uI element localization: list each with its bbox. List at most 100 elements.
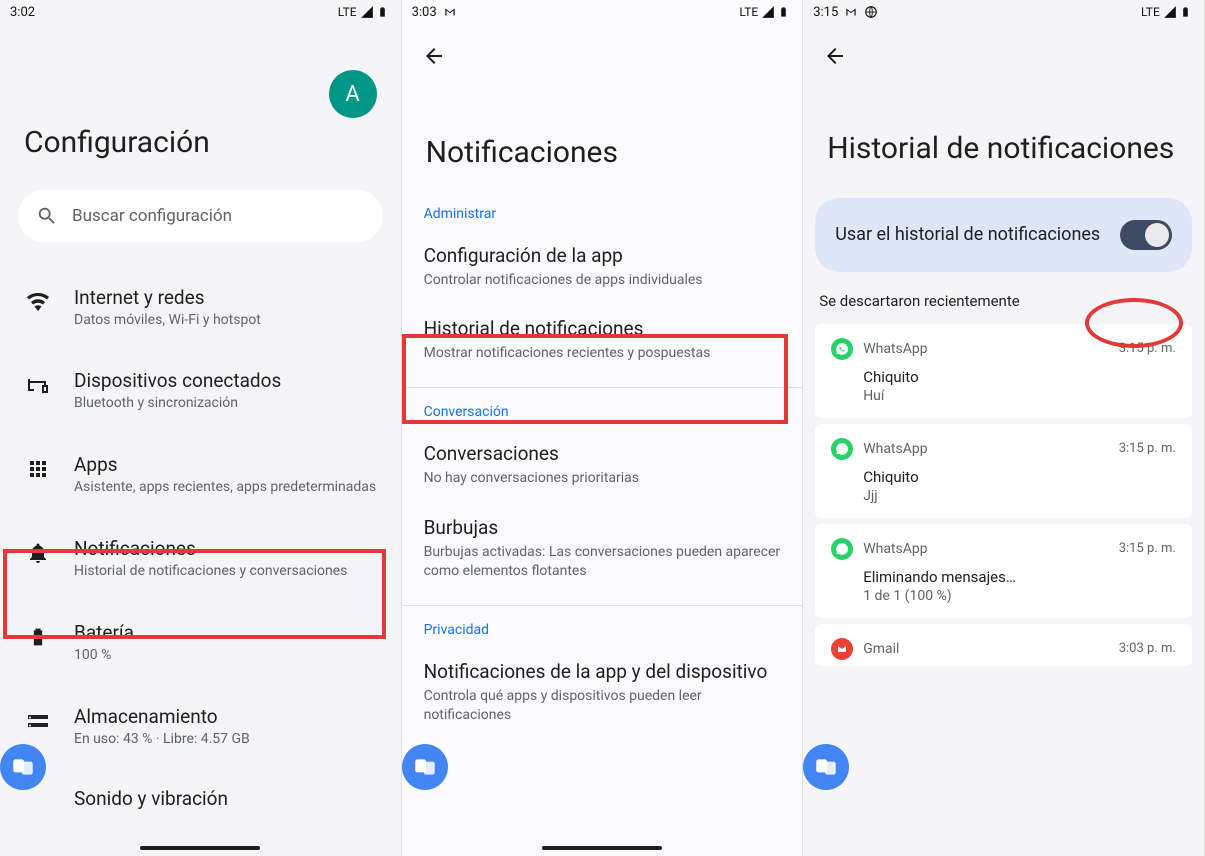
whatsapp-icon	[831, 338, 853, 360]
item-sub: 100 %	[74, 646, 134, 665]
pref-app-device-notifications[interactable]: Notificaciones de la app y del dispositi…	[402, 646, 803, 739]
notification-card[interactable]: Gmail 3:03 p. m.	[815, 624, 1192, 666]
pref-conversations[interactable]: Conversaciones No hay conversaciones pri…	[402, 428, 803, 502]
item-sub: Asistente, apps recientes, apps predeter…	[74, 478, 376, 497]
pref-sub: Mostrar notificaciones recientes y pospu…	[424, 344, 781, 363]
toggle-label: Usar el historial de notificaciones	[835, 223, 1100, 246]
signal-icon	[360, 5, 374, 19]
devices-icon	[26, 373, 50, 397]
gesture-nav-hint	[542, 846, 662, 850]
avatar[interactable]: A	[329, 70, 377, 118]
battery-icon	[778, 5, 792, 19]
bell-icon	[26, 541, 50, 565]
floating-translate-badge[interactable]	[803, 744, 849, 790]
search-icon	[36, 205, 58, 227]
status-bar: 3:02 LTE	[0, 0, 401, 24]
battery-icon	[28, 625, 48, 649]
notif-body: Jjj	[863, 488, 1176, 504]
item-label: Dispositivos conectados	[74, 369, 281, 392]
search-placeholder: Buscar configuración	[72, 206, 232, 226]
back-button[interactable]	[420, 42, 448, 70]
gesture-nav-hint	[140, 846, 260, 850]
status-time: 3:15	[813, 5, 838, 20]
signal-icon	[761, 5, 775, 19]
notif-app: WhatsApp	[863, 341, 927, 357]
item-sub: En uso: 43 % · Libre: 4.57 GB	[74, 730, 250, 749]
pref-sub: No hay conversaciones prioritarias	[424, 469, 781, 488]
pref-bubbles[interactable]: Burbujas Burbujas activadas: Las convers…	[402, 502, 803, 595]
notif-body: Huí	[863, 388, 1176, 404]
gmail-status-icon	[443, 5, 457, 19]
screen-notifications: 3:03 LTE Notificaciones Administrar Conf…	[402, 0, 804, 856]
page-title: Configuración	[0, 124, 401, 162]
notif-title: Chiquito	[863, 468, 1176, 486]
gmail-status-icon	[844, 5, 858, 19]
notif-time: 3:15 p. m.	[1119, 541, 1176, 556]
item-label: Batería	[74, 621, 134, 644]
item-apps[interactable]: Apps Asistente, apps recientes, apps pre…	[20, 433, 381, 517]
notif-time: 3:15 p. m.	[1119, 341, 1176, 356]
whatsapp-icon	[831, 538, 853, 560]
pref-label: Configuración de la app	[424, 244, 781, 267]
floating-translate-badge[interactable]	[0, 744, 46, 790]
notif-title: Chiquito	[863, 368, 1176, 386]
screen-settings: 3:02 LTE A Configuración Buscar configur…	[0, 0, 402, 856]
toggle-use-history[interactable]: Usar el historial de notificaciones	[815, 198, 1192, 272]
back-button[interactable]	[821, 42, 849, 70]
pref-sub: Burbujas activadas: Las conversaciones p…	[424, 543, 781, 581]
pref-sub: Controlar notificaciones de apps individ…	[424, 271, 781, 290]
item-sound-cutoff[interactable]: Sonido y vibración	[0, 769, 401, 810]
status-time: 3:02	[10, 5, 35, 20]
notification-card[interactable]: WhatsApp 3:15 p. m. Chiquito Huí	[815, 324, 1192, 418]
item-battery[interactable]: Batería 100 %	[20, 601, 381, 685]
status-lte: LTE	[1141, 5, 1160, 19]
notification-card[interactable]: WhatsApp 3:15 p. m. Eliminando mensajes……	[815, 524, 1192, 618]
item-label: Almacenamiento	[74, 705, 250, 728]
status-bar: 3:15 LTE	[803, 0, 1204, 24]
pref-notification-history[interactable]: Historial de notificaciones Mostrar noti…	[402, 303, 803, 377]
notif-app: WhatsApp	[863, 541, 927, 557]
item-storage[interactable]: Almacenamiento En uso: 43 % · Libre: 4.5…	[20, 685, 381, 769]
item-label: Internet y redes	[74, 286, 261, 309]
notif-time: 3:03 p. m.	[1119, 641, 1176, 656]
item-connected-devices[interactable]: Dispositivos conectados Bluetooth y sinc…	[20, 349, 381, 433]
battery-icon	[1180, 5, 1194, 19]
notif-title: Eliminando mensajes…	[863, 568, 1176, 586]
section-privacy: Privacidad	[402, 616, 803, 646]
page-title: Notificaciones	[402, 134, 803, 172]
item-notifications[interactable]: Notificaciones Historial de notificacion…	[20, 517, 381, 601]
wifi-icon	[26, 290, 50, 314]
dismissed-section-label: Se descartaron recientemente	[803, 292, 1204, 324]
signal-icon	[1163, 5, 1177, 19]
browser-status-icon	[864, 5, 878, 19]
item-sub: Historial de notificaciones y conversaci…	[74, 562, 347, 581]
status-lte: LTE	[338, 5, 357, 19]
pref-label: Historial de notificaciones	[424, 317, 781, 340]
pref-label: Conversaciones	[424, 442, 781, 465]
section-manage: Administrar	[402, 200, 803, 230]
notification-card[interactable]: WhatsApp 3:15 p. m. Chiquito Jjj	[815, 424, 1192, 518]
settings-list: Internet y redes Datos móviles, Wi-Fi y …	[0, 266, 401, 769]
notif-app: Gmail	[863, 641, 899, 657]
apps-icon	[26, 457, 50, 481]
gmail-icon	[831, 638, 853, 660]
battery-icon	[377, 5, 391, 19]
section-conversation: Conversación	[402, 398, 803, 428]
switch-on[interactable]	[1120, 220, 1172, 250]
item-internet[interactable]: Internet y redes Datos móviles, Wi-Fi y …	[20, 266, 381, 350]
search-input[interactable]: Buscar configuración	[18, 190, 383, 242]
item-label: Notificaciones	[74, 537, 347, 560]
floating-translate-badge[interactable]	[402, 744, 448, 790]
storage-icon	[26, 709, 50, 733]
item-sub: Datos móviles, Wi-Fi y hotspot	[74, 311, 261, 330]
pref-app-config[interactable]: Configuración de la app Controlar notifi…	[402, 230, 803, 304]
notif-time: 3:15 p. m.	[1119, 441, 1176, 456]
notif-body: 1 de 1 (100 %)	[863, 588, 1176, 604]
pref-label: Notificaciones de la app y del dispositi…	[424, 660, 781, 683]
divider	[402, 387, 803, 388]
screen-notification-history: 3:15 LTE Historial de notificaciones Usa…	[803, 0, 1205, 856]
item-sub: Bluetooth y sincronización	[74, 394, 281, 413]
notif-app: WhatsApp	[863, 441, 927, 457]
status-lte: LTE	[739, 5, 758, 19]
divider	[402, 605, 803, 606]
